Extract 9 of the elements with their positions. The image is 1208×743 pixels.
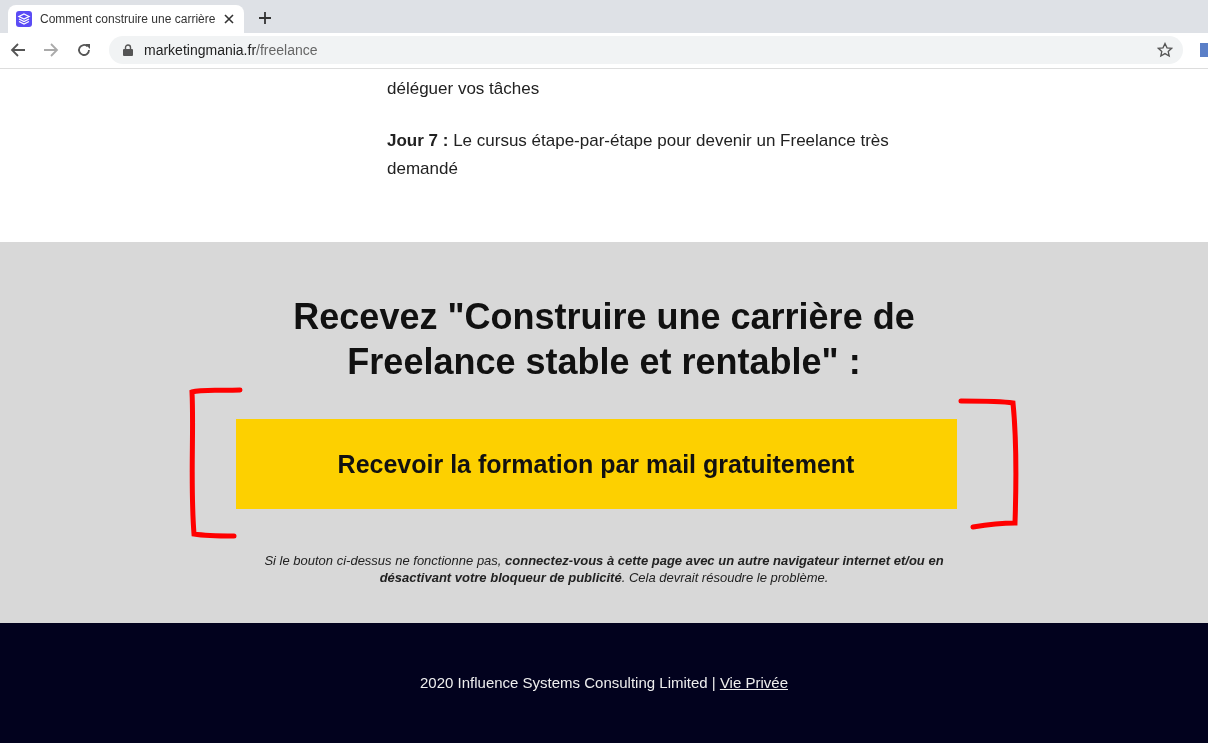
copyright-text: 2020 Influence Systems Consulting Limited | <box>420 674 717 691</box>
privacy-link[interactable]: Vie Privée <box>719 674 788 691</box>
article-paragraph: déléguer vos tâches <box>387 77 541 100</box>
browser-tab[interactable]: Comment construire une carrière <box>8 4 244 33</box>
help-note: Si le bouton ci-dessus ne fonctionne pas, connectez-vous à cette page avec un autre navigateur internet et/ou en désactivant votre bloqueur de publicité. Cela devrait résoudre le problème. <box>264 552 944 587</box>
cta-button[interactable]: Recevoir la formation par mail gratuitement <box>235 419 957 510</box>
cta-title: Recevez "Construire une carrière de Freelance stable et rentable" : <box>292 295 916 385</box>
address-bar[interactable]: marketingmania.fr/freelance <box>109 36 1183 65</box>
article-paragraph: Jour 7 : Le cursus étape-par-étape pour devenir un Freelance très demandé <box>387 129 890 180</box>
